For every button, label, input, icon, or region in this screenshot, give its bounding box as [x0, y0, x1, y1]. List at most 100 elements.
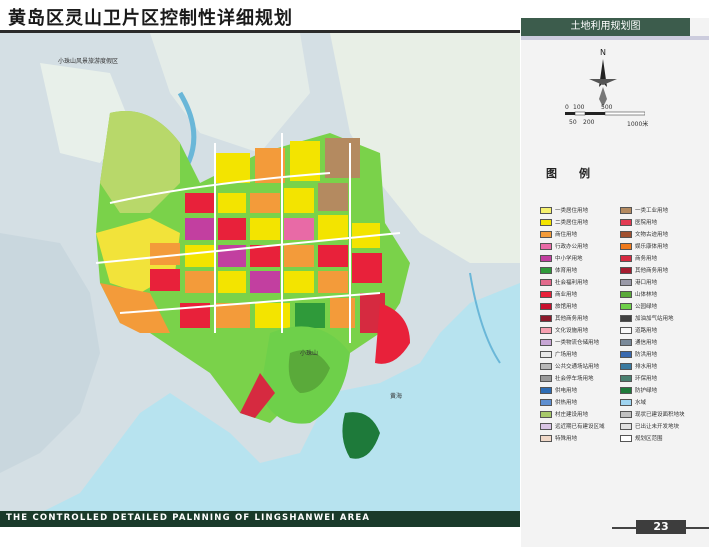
block [295, 303, 325, 328]
legend-label: 山体林地 [635, 292, 658, 298]
scale-500: 500 [601, 104, 613, 111]
legend-label: 现状已建设面积地块 [635, 412, 685, 418]
legend-label: 供电用地 [555, 388, 578, 394]
legend-swatch [620, 218, 632, 226]
legend-label: 已出让未开发地块 [635, 424, 680, 430]
legend-panel: 土地利用规划图 N 0 100 500 50 200 1000米 图例 一类居住… [521, 18, 709, 547]
legend-item: 防护绿地 [620, 384, 700, 396]
block [284, 218, 314, 240]
legend-label: 公园绿地 [635, 304, 658, 310]
legend-item: 商业用地 [540, 288, 620, 300]
panel-header: 土地利用规划图 [521, 18, 690, 36]
legend-label: 商住用地 [555, 232, 578, 238]
legend-item: 广场用地 [540, 348, 620, 360]
legend-item: 其他商务用地 [620, 264, 700, 276]
legend-label: 广场用地 [555, 352, 578, 358]
legend-item: 港口用地 [620, 276, 700, 288]
legend-item: 山体林地 [620, 288, 700, 300]
legend-swatch [540, 326, 552, 334]
legend-label: 旅馆用地 [555, 304, 578, 310]
legend-item: 中小学用地 [540, 252, 620, 264]
legend-label: 村庄建设用地 [555, 412, 589, 418]
legend-item: 供热用地 [540, 396, 620, 408]
legend-label: 规划区范围 [635, 436, 663, 442]
legend-swatch [620, 350, 632, 358]
legend-swatch [620, 278, 632, 286]
block [150, 269, 180, 291]
legend-label: 道路用地 [635, 328, 658, 334]
legend-item: 医院用地 [620, 216, 700, 228]
land-use-map[interactable]: 小珠山风景旅游度假区 黄海 小珠山 [0, 33, 520, 523]
legend-swatch [620, 410, 632, 418]
legend-item: 体育用地 [540, 264, 620, 276]
legend-item: 一类物流仓储用地 [540, 336, 620, 348]
legend-label: 娱乐康体用地 [635, 244, 669, 250]
legend-swatch [540, 230, 552, 238]
legend-swatch [620, 290, 632, 298]
legend-swatch [620, 362, 632, 370]
legend-item: 加油加气站用地 [620, 312, 700, 324]
scale-50: 50 [569, 119, 577, 126]
legend-item: 规划区范围 [620, 432, 700, 444]
block [284, 188, 314, 213]
legend-swatch [540, 374, 552, 382]
legend-label: 文化设施用地 [555, 328, 589, 334]
legend-item: 行政办公用地 [540, 240, 620, 252]
legend-label: 一类工业用地 [635, 208, 669, 214]
legend-swatch [620, 386, 632, 394]
footer-title: THE CONTROLLED DETAILED PALNNING OF LING… [6, 513, 371, 523]
legend-swatch [620, 326, 632, 334]
legend-item: 娱乐康体用地 [620, 240, 700, 252]
legend-label: 其他商务用地 [555, 316, 589, 322]
legend-label: 公共交通场站用地 [555, 364, 600, 370]
legend-item: 现状已建设面积地块 [620, 408, 700, 420]
block [218, 271, 246, 293]
legend-item: 环保用地 [620, 372, 700, 384]
legend-label: 其他商务用地 [635, 268, 669, 274]
legend-label: 中小学用地 [555, 256, 583, 262]
block [250, 218, 280, 240]
block [318, 245, 348, 267]
legend-swatch [620, 422, 632, 430]
legend-swatch [540, 242, 552, 250]
legend-item: 特殊用地 [540, 432, 620, 444]
legend-label: 通信用地 [635, 340, 658, 346]
block [215, 303, 250, 328]
block [185, 271, 215, 293]
block [325, 138, 360, 178]
legend-label: 商业用地 [555, 292, 578, 298]
legend-swatch [540, 290, 552, 298]
legend-swatch [540, 338, 552, 346]
legend-label: 体育用地 [555, 268, 578, 274]
legend-swatch [620, 434, 632, 442]
legend-title: 图例 [546, 167, 612, 180]
legend-item: 二类居住用地 [540, 216, 620, 228]
legend-item: 文化设施用地 [540, 324, 620, 336]
legend-swatch [540, 206, 552, 214]
legend-swatch [620, 242, 632, 250]
legend-swatch [620, 374, 632, 382]
scale-200: 200 [583, 119, 595, 126]
legend-label: 社会福利用地 [555, 280, 589, 286]
legend-item: 供电用地 [540, 384, 620, 396]
legend-column-left: 一类居住用地 二类居住用地 商住用地行政办公用地中小学用地体育用地社会福利用地 商业用… [540, 204, 620, 444]
legend-swatch [620, 338, 632, 346]
scale-1000: 1000米 [627, 121, 649, 128]
legend-label: 二类居住用地 [555, 220, 589, 226]
legend-label: 防护绿地 [635, 388, 658, 394]
legend-item: 排水用地 [620, 360, 700, 372]
map-canvas: 小珠山风景旅游度假区 黄海 小珠山 [0, 33, 520, 523]
legend-column-right: 一类工业用地 医院用地 文物古迹用地 娱乐康体用地 商务用地 其他商务用地 港口用地 山体林地… [620, 204, 700, 444]
label-nw: 小珠山风景旅游度假区 [58, 57, 118, 65]
legend-item: 商务用地 [620, 252, 700, 264]
label-mountain: 小珠山 [300, 349, 318, 357]
block [218, 218, 246, 240]
legend-swatch [620, 266, 632, 274]
block [284, 245, 314, 267]
legend-label: 特殊用地 [555, 436, 578, 442]
legend-label: 防洪用地 [635, 352, 658, 358]
legend-item: 一类工业用地 [620, 204, 700, 216]
legend-swatch [540, 362, 552, 370]
legend-label: 一类居住用地 [555, 208, 589, 214]
panel-divider [521, 36, 709, 40]
